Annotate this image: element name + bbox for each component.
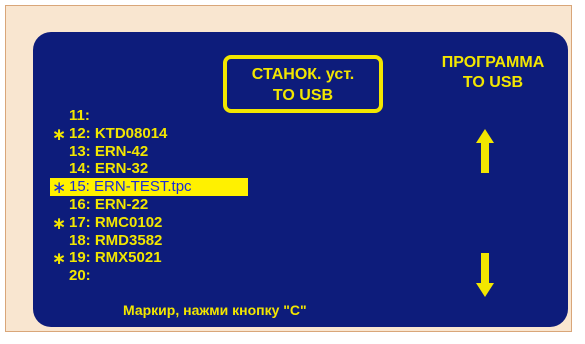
program-label: 14: ERN-32 xyxy=(69,160,149,178)
marker-icon: ∗ xyxy=(52,124,67,144)
marker-icon: ∗ xyxy=(52,213,67,233)
program-label: 19: RMX5021 xyxy=(69,249,162,267)
program-label: 16: ERN-22 xyxy=(69,195,149,213)
footer-hint: Маркир, нажми кнопку "C" xyxy=(123,302,307,318)
program-label-line1: ПРОГРАММА xyxy=(441,54,545,71)
marker-icon: ∗ xyxy=(52,178,67,198)
machine-box-line2: TO USB xyxy=(272,87,334,104)
list-item[interactable]: 20: xyxy=(49,267,269,285)
program-label: 20: xyxy=(69,267,91,285)
program-label-line2: TO USB xyxy=(462,74,524,91)
display-screen: СТАНОК. уст. TO USB ПРОГРАММА TO USB 11:… xyxy=(33,32,568,327)
program-label: 13: ERN-42 xyxy=(69,142,149,160)
list-item[interactable]: 11: xyxy=(49,107,269,125)
list-item[interactable]: ∗ 12: KTD08014 xyxy=(49,125,269,143)
program-list: 11: ∗ 12: KTD08014 13: ERN-42 14: ERN-32… xyxy=(49,107,269,285)
program-label: 17: RMC0102 xyxy=(69,213,163,231)
list-item[interactable]: ∗ 19: RMX5021 xyxy=(49,249,269,267)
marker-icon: ∗ xyxy=(52,249,67,269)
list-item-selected[interactable]: ∗ 15: ERN-TEST.tpc xyxy=(50,178,248,196)
program-label: 12: KTD08014 xyxy=(69,124,168,142)
list-item[interactable]: 13: ERN-42 xyxy=(49,143,269,161)
list-item[interactable]: 14: ERN-32 xyxy=(49,160,269,178)
machine-to-usb-box[interactable]: СТАНОК. уст. TO USB xyxy=(223,55,383,113)
program-label: 11: xyxy=(69,107,90,124)
list-item[interactable]: ∗ 17: RMC0102 xyxy=(49,214,269,232)
machine-box-line1: СТАНОК. уст. xyxy=(251,66,355,83)
arrow-down-icon[interactable] xyxy=(476,253,494,297)
arrow-up-icon[interactable] xyxy=(476,129,494,173)
program-to-usb-label: ПРОГРАММА TO USB xyxy=(424,53,562,93)
list-item[interactable]: 18: RMD3582 xyxy=(49,232,269,250)
list-item[interactable]: 16: ERN-22 xyxy=(49,196,269,214)
program-label: 18: RMD3582 xyxy=(69,231,163,249)
program-label: 15: ERN-TEST.tpc xyxy=(69,178,192,196)
